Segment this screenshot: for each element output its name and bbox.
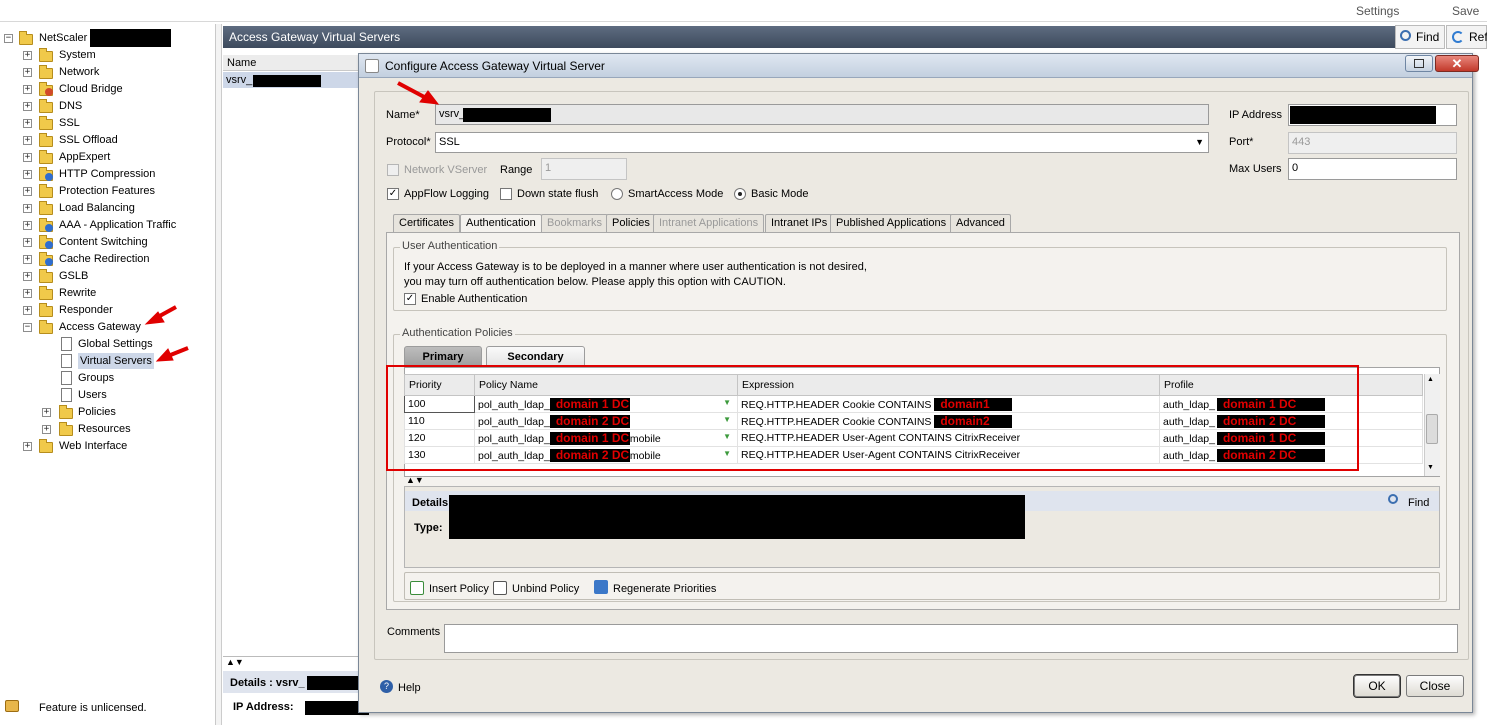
arrow-to-name-field — [397, 81, 440, 105]
annotation-arrows — [144, 81, 440, 362]
arrow-to-virtual-servers — [155, 346, 189, 362]
arrow-to-access-gateway — [144, 305, 177, 325]
